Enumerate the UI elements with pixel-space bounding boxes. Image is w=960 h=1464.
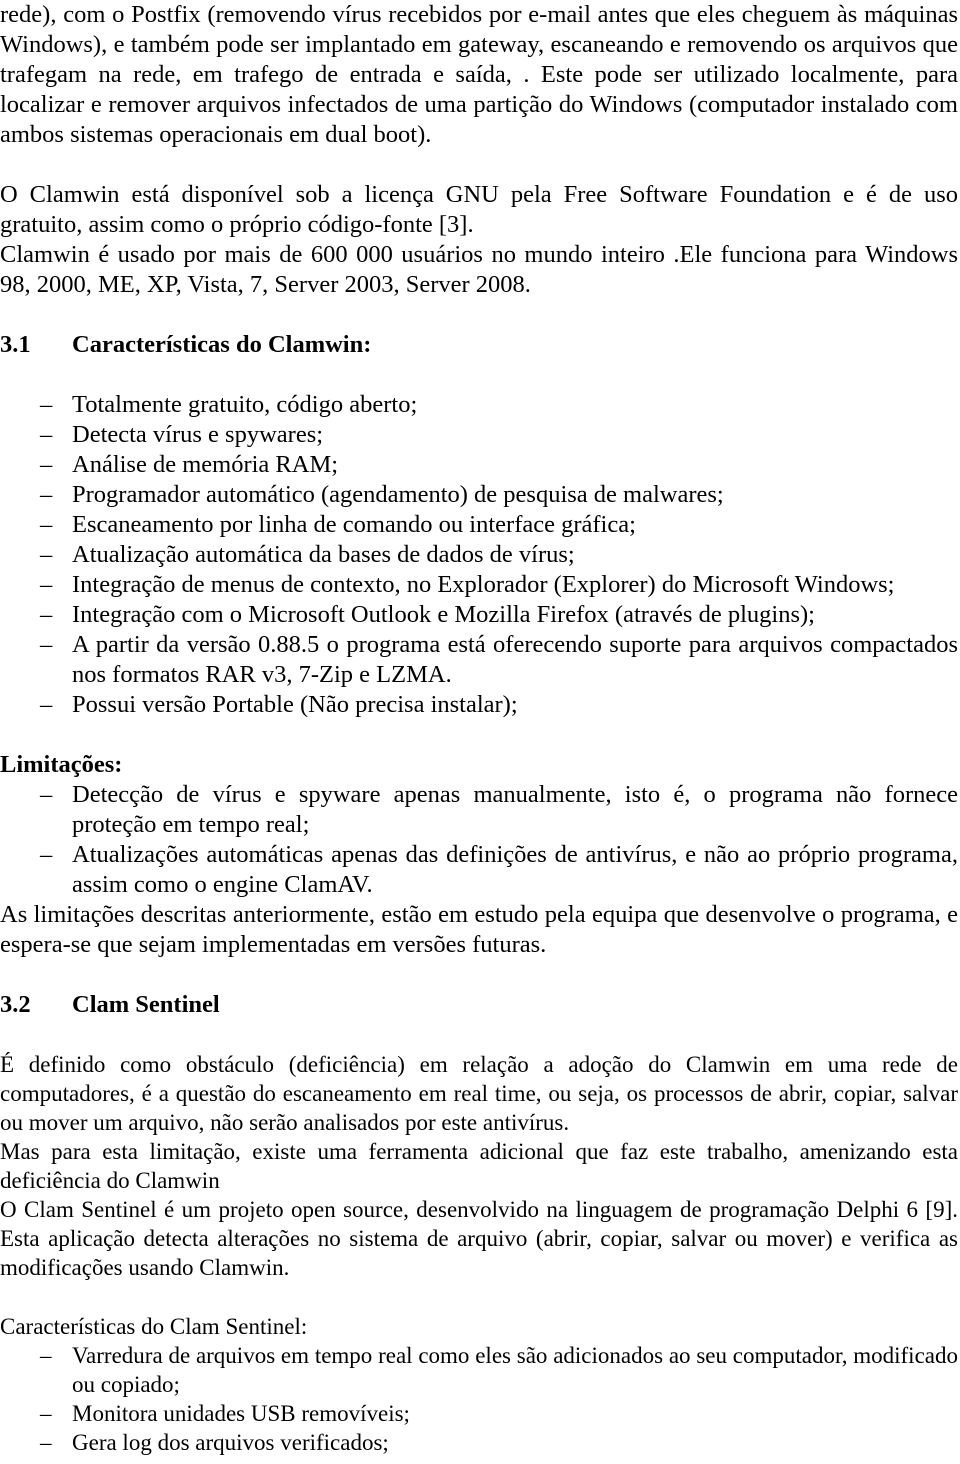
paragraph-users: Clamwin é usado por mais de 600 000 usuá…	[0, 241, 958, 298]
section-spacer-before-3-1	[0, 300, 958, 330]
heading-3-1-title: Características do Clamwin:	[72, 331, 372, 358]
clamwin-features-list: Totalmente gratuito, código aberto; Dete…	[0, 390, 958, 720]
spacer-before-sentinel-features	[0, 1282, 958, 1312]
sentinel-features-list: Varredura de arquivos em tempo real como…	[0, 1341, 958, 1457]
list-item: Programador automático (agendamento) de …	[0, 480, 958, 510]
list-item: Gera log dos arquivos verificados;	[0, 1428, 958, 1457]
paragraph-sentinel-definition: É definido como obstáculo (deficiência) …	[0, 1052, 958, 1135]
list-item: Detecta vírus e spywares;	[0, 420, 958, 450]
list-item: Integração com o Microsoft Outlook e Moz…	[0, 600, 958, 630]
list-item: A partir da versão 0.88.5 o programa est…	[0, 630, 958, 690]
heading-sentinel-features: Características do Clam Sentinel:	[0, 1314, 308, 1339]
heading-3-2: 3.2 Clam Sentinel	[0, 990, 958, 1020]
list-item: Possui versão Portable (Não precisa inst…	[0, 690, 958, 720]
heading-limitations: Limitações:	[0, 751, 123, 778]
paragraph-intro: rede), com o Postfix (removendo vírus re…	[0, 1, 958, 148]
paragraph-sentinel-project: O Clam Sentinel é um projeto open source…	[0, 1197, 958, 1280]
paragraph-license: O Clamwin está disponível sob a licença …	[0, 181, 958, 238]
spacer-after-3-1-heading	[0, 360, 958, 390]
spacer-before-3-2	[0, 960, 958, 990]
heading-3-2-number: 3.2	[0, 991, 31, 1018]
paragraph-limitations-note: As limitações descritas anteriormente, e…	[0, 901, 958, 958]
list-item: Atualizações automáticas apenas das defi…	[0, 840, 958, 900]
list-item: Varredura de arquivos em tempo real como…	[0, 1341, 958, 1399]
limitations-list: Detecção de vírus e spyware apenas manua…	[0, 780, 958, 900]
spacer-after-3-2-heading	[0, 1020, 958, 1050]
paragraph-sentinel-tool: Mas para esta limitação, existe uma ferr…	[0, 1139, 958, 1193]
heading-3-1: 3.1 Características do Clamwin:	[0, 330, 958, 360]
list-item: Análise de memória RAM;	[0, 450, 958, 480]
list-item: Detecção de vírus e spyware apenas manua…	[0, 780, 958, 840]
list-item: Totalmente gratuito, código aberto;	[0, 390, 958, 420]
list-item: Integração de menus de contexto, no Expl…	[0, 570, 958, 600]
list-item: Escaneamento por linha de comando ou int…	[0, 510, 958, 540]
heading-3-1-number: 3.1	[0, 331, 31, 358]
list-item: Atualização automática da bases de dados…	[0, 540, 958, 570]
heading-3-2-title: Clam Sentinel	[72, 991, 220, 1018]
document-page: rede), com o Postfix (removendo vírus re…	[0, 0, 960, 1464]
list-item: Monitora unidades USB removíveis;	[0, 1399, 958, 1428]
spacer-before-limitations	[0, 720, 958, 750]
